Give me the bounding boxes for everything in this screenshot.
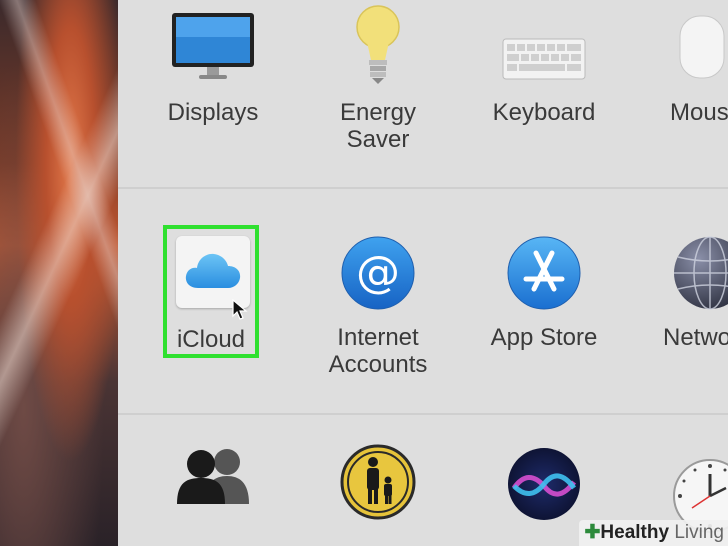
at-sign-icon: @ [341, 236, 415, 310]
pref-users-groups[interactable] [143, 440, 283, 546]
watermark-text-1: Healthy [600, 522, 670, 543]
icloud-icon [185, 253, 241, 288]
pref-network[interactable]: Netwo [660, 225, 728, 395]
pref-internet-accounts[interactable]: @ Internet Accounts [308, 225, 448, 395]
svg-text:@: @ [356, 247, 400, 298]
pref-label-line-2: Accounts [328, 351, 428, 378]
pref-label: Keyboard [492, 99, 596, 126]
watermark-text-2: Living [674, 522, 724, 543]
pref-displays[interactable]: Displays [143, 0, 283, 170]
app-store-icon [507, 236, 581, 310]
desktop-wallpaper [0, 0, 118, 546]
pref-label: Mous [670, 99, 728, 126]
pref-label-line-1: Internet [337, 324, 419, 351]
row-divider [118, 187, 728, 189]
pref-label-line-2: Saver [346, 126, 410, 153]
pref-label: Displays [167, 99, 259, 126]
arrow-cursor-icon [232, 299, 248, 320]
pref-keyboard[interactable]: Keyboard [474, 0, 614, 170]
pref-parental-controls[interactable] [308, 440, 448, 546]
row-divider [118, 413, 728, 415]
keyboard-icon [502, 38, 586, 80]
mouse-icon [679, 15, 725, 79]
display-icon [172, 13, 254, 79]
network-globe-icon [674, 236, 728, 310]
lightbulb-icon [356, 5, 400, 84]
users-icon [177, 449, 249, 504]
pref-label: Netwo [663, 324, 728, 351]
icloud-tile[interactable] [176, 236, 250, 308]
watermark: ✚Healthy Living [578, 520, 728, 546]
pref-mouse[interactable]: Mous [660, 0, 728, 170]
plus-logo-icon: ✚ [584, 522, 601, 543]
parental-controls-icon [340, 444, 416, 520]
pref-energy-saver[interactable]: Energy Saver [308, 0, 448, 170]
pref-app-store[interactable]: App Store [474, 225, 614, 395]
pref-label: App Store [490, 324, 598, 351]
siri-icon [508, 448, 580, 520]
pref-label: iCloud [176, 326, 246, 353]
pref-label-line-1: Energy [339, 99, 417, 126]
